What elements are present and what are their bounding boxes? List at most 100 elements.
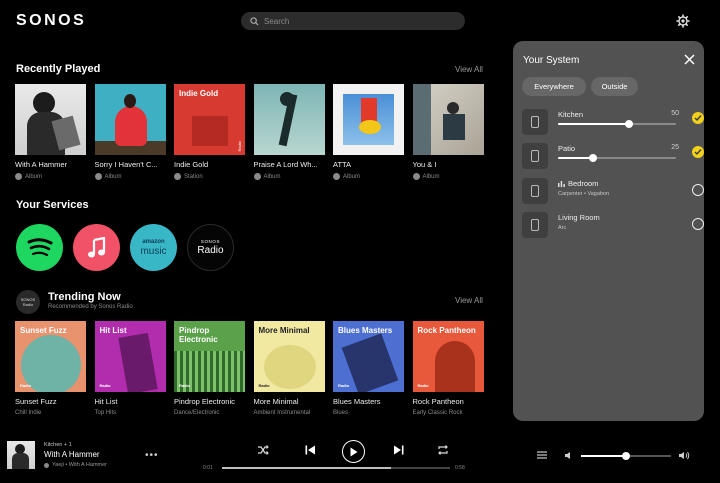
playback-progress-bar[interactable]	[222, 467, 450, 469]
album-art	[253, 84, 325, 155]
equalizer-icon	[558, 180, 565, 187]
tile-title: You & I	[412, 160, 437, 169]
queue-icon[interactable]	[536, 450, 548, 460]
room-patio[interactable]: Patio 25	[522, 143, 704, 173]
now-playing-track: With A Hammer	[44, 450, 100, 459]
station-art: Sunset Fuzz Radio	[15, 321, 86, 392]
your-services-title: Your Services	[16, 199, 89, 211]
trending-tile[interactable]: Rock Pantheon Radio Rock Pantheon Early …	[412, 321, 484, 416]
trending-tile[interactable]: Blues Masters Radio Blues Masters Blues	[333, 321, 404, 416]
tile-subtitle: Album	[253, 173, 325, 180]
room-volume-value: 50	[671, 110, 679, 117]
room-bedroom[interactable]: Bedroom Carpenter • Vagabon	[522, 178, 704, 208]
trending-view-all[interactable]: View All	[455, 296, 483, 305]
trending-tile[interactable]: Pindrop Electronic Radio Pindrop Electro…	[174, 321, 245, 416]
amazon-music-service-button[interactable]: amazon music	[130, 224, 177, 271]
service-icon	[333, 173, 340, 180]
trending-tile[interactable]: Sunset Fuzz Radio Sunset Fuzz Chill Indi…	[15, 321, 86, 416]
sonos-radio-badge: SONOS Radio	[16, 290, 40, 314]
apple-music-icon	[253, 173, 261, 180]
previous-track-icon[interactable]	[304, 444, 316, 456]
volume-high-icon[interactable]	[679, 451, 690, 460]
panel-title: Your System	[523, 55, 580, 66]
tile-title: With A Hammer	[15, 160, 68, 169]
trending-tile[interactable]: Hit List Radio Hit List Top Hits	[94, 321, 166, 416]
station-art: Hit List Radio	[94, 321, 166, 392]
next-track-icon[interactable]	[393, 444, 405, 456]
tile-subtitle: Album	[94, 173, 166, 180]
tile-subtitle: Blues	[333, 410, 349, 416]
volume-low-icon[interactable]	[565, 452, 571, 459]
station-art: Pindrop Electronic Radio	[174, 321, 245, 392]
room-name: Bedroom	[558, 179, 598, 188]
recent-tile[interactable]: ATTA Album	[333, 84, 404, 180]
apple-music-service-button[interactable]	[73, 224, 120, 271]
recent-tile[interactable]: Indie Gold Radio Indie Gold Station	[174, 84, 245, 180]
room-kitchen[interactable]: Kitchen 50	[522, 109, 704, 139]
apple-music-icon	[15, 173, 22, 180]
room-select-radio[interactable]	[692, 218, 704, 230]
recently-played-row: With A Hammer Album Sorry I Haven't C...…	[15, 84, 484, 180]
recent-tile[interactable]: You & I Album	[412, 84, 484, 180]
search-input[interactable]	[264, 16, 444, 26]
tile-subtitle: Chill Indie	[15, 410, 42, 416]
room-volume-slider[interactable]	[558, 120, 676, 128]
close-icon[interactable]	[684, 54, 695, 65]
amazon-logo-text: amazon	[142, 238, 165, 245]
recent-tile[interactable]: With A Hammer Album	[15, 84, 86, 180]
tile-subtitle: Album	[15, 173, 86, 180]
apple-music-icon	[412, 173, 420, 180]
station-art: Blues Masters Radio	[333, 321, 404, 392]
room-living-room[interactable]: Living Room Arc	[522, 212, 704, 242]
station-art: Indie Gold Radio	[174, 84, 245, 155]
sonos-radio-logo-bottom: Radio	[197, 245, 224, 256]
room-volume-slider[interactable]	[558, 154, 676, 162]
tile-subtitle: Album	[412, 173, 484, 180]
master-volume-slider[interactable]	[581, 452, 671, 460]
tile-subtitle: Album	[333, 173, 404, 180]
sonos-logo: SONOS	[16, 12, 87, 29]
repeat-icon[interactable]	[437, 444, 449, 456]
gear-icon[interactable]	[676, 14, 690, 28]
tile-title: Indie Gold	[174, 160, 209, 169]
recent-tile[interactable]: Sorry I Haven't C... Album	[94, 84, 166, 180]
speaker-icon	[522, 178, 548, 204]
room-select-radio[interactable]	[692, 184, 704, 196]
tile-title: Hit List	[94, 397, 118, 406]
shuffle-icon[interactable]	[257, 444, 269, 456]
tile-title: Pindrop Electronic	[174, 397, 235, 406]
volume-knob[interactable]	[622, 452, 630, 460]
trending-row: Sunset Fuzz Radio Sunset Fuzz Chill Indi…	[15, 321, 484, 416]
play-button[interactable]	[342, 440, 365, 463]
chip-everywhere[interactable]: Everywhere	[522, 77, 586, 96]
speaker-icon	[522, 212, 548, 238]
tile-subtitle: Ambient Instrumental	[253, 410, 311, 416]
tile-subtitle: Dance/Electronic	[174, 410, 220, 416]
chip-outside[interactable]: Outside	[591, 77, 638, 96]
sonos-radio-service-button[interactable]: SONOS Radio	[187, 224, 234, 271]
now-playing-room[interactable]: Kitchen + 1	[44, 442, 72, 448]
album-art	[94, 84, 166, 155]
trending-tile[interactable]: More Minimal Radio More Minimal Ambient …	[253, 321, 325, 416]
recent-tile[interactable]: Praise A Lord Wh... Album	[253, 84, 325, 180]
slider-knob[interactable]	[625, 120, 633, 128]
now-playing-art[interactable]	[7, 441, 35, 469]
amazon-music-text: music	[140, 245, 167, 257]
trending-now-subtitle: Recommended by Sonos Radio	[48, 304, 133, 310]
tile-title: Sorry I Haven't C...	[94, 160, 158, 169]
music-note-icon	[87, 236, 105, 257]
slider-knob[interactable]	[589, 154, 597, 162]
search-bar[interactable]	[241, 12, 465, 30]
more-options-icon[interactable]: •••	[145, 450, 159, 461]
now-playing-subtitle: Yaeji • With A Hammer	[44, 462, 107, 468]
room-name: Living Room	[558, 213, 600, 222]
station-art: More Minimal Radio	[253, 321, 325, 392]
play-icon	[350, 447, 358, 456]
room-name: Patio	[558, 144, 576, 153]
recently-played-view-all[interactable]: View All	[455, 65, 483, 74]
total-time: 0:58	[455, 465, 465, 471]
checkmark-icon[interactable]	[692, 112, 704, 124]
spotify-service-button[interactable]	[16, 224, 63, 271]
tile-title: Blues Masters	[333, 397, 381, 406]
checkmark-icon[interactable]	[692, 146, 704, 158]
